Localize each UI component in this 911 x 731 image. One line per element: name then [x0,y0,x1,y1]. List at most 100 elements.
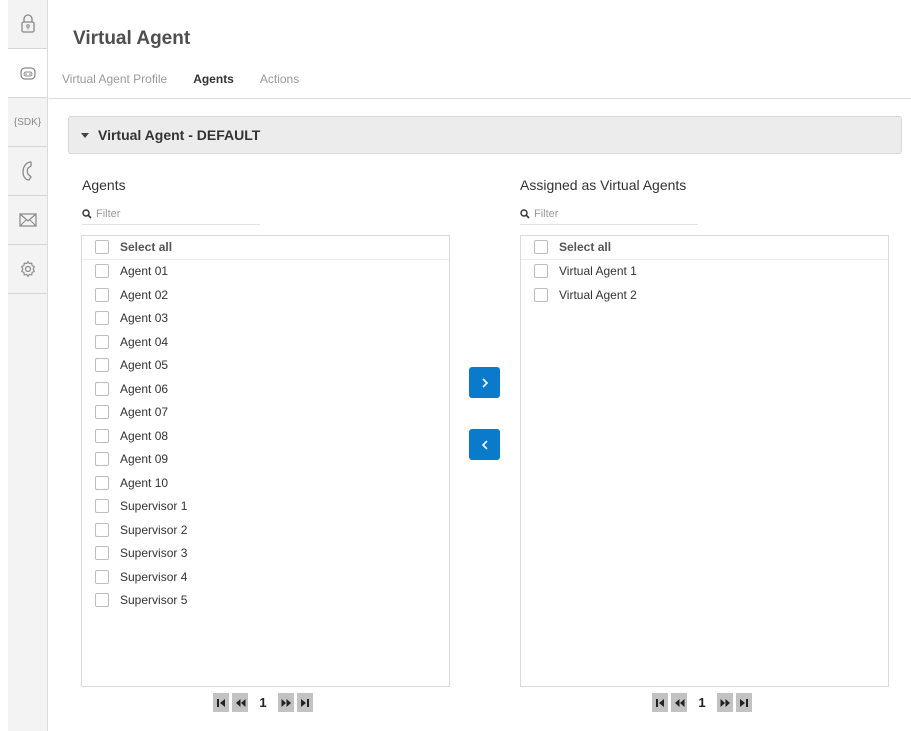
item-checkbox[interactable] [95,522,109,537]
section-header-virtual-agent-default[interactable]: Virtual Agent - DEFAULT [68,116,902,154]
list-item[interactable]: Agent 06 [82,377,449,401]
rewind-icon [235,698,245,707]
last-page-button[interactable] [297,693,313,712]
rail-item-bot[interactable] [8,49,47,98]
next-page-button[interactable] [717,693,733,712]
item-label: Agent 06 [120,381,169,396]
chevron-right-icon [481,377,488,388]
rewind-icon [674,698,684,707]
tab-agents[interactable]: Agents [193,72,234,86]
list-item[interactable]: Supervisor 2 [82,518,449,542]
tab-actions[interactable]: Actions [260,72,299,86]
item-label: Virtual Agent 1 [559,264,637,279]
move-right-button[interactable] [469,367,500,398]
item-checkbox[interactable] [95,546,109,561]
item-checkbox[interactable] [95,428,109,443]
list-item[interactable]: Supervisor 1 [82,495,449,519]
item-checkbox[interactable] [95,452,109,467]
item-checkbox[interactable] [95,287,109,302]
item-checkbox[interactable] [95,264,109,279]
item-label: Agent 08 [120,428,169,443]
bot-icon [19,67,36,80]
search-icon [82,208,92,219]
caret-down-icon [81,132,89,138]
first-page-icon [217,698,225,707]
mail-icon [18,213,37,227]
item-label: Supervisor 2 [120,522,188,537]
item-checkbox[interactable] [95,475,109,490]
assigned-select-all-row[interactable]: Select all [521,236,888,260]
item-label: Supervisor 4 [120,569,188,584]
rail-item-mail[interactable] [8,196,47,245]
item-label: Agent 07 [120,405,169,420]
rail-item-lock[interactable] [8,0,47,49]
select-all-label: Select all [120,240,173,255]
item-label: Agent 09 [120,452,169,467]
assigned-filter [520,203,698,225]
item-checkbox[interactable] [95,358,109,373]
select-all-checkbox[interactable] [95,240,109,255]
agents-filter-input[interactable] [96,207,246,220]
assigned-panel-title: Assigned as Virtual Agents [520,177,687,193]
agents-filter [82,203,260,225]
item-label: Virtual Agent 2 [559,287,637,302]
list-item[interactable]: Agent 10 [82,471,449,495]
assigned-pager: 1 [652,693,752,712]
agents-select-all-row[interactable]: Select all [82,236,449,260]
list-item[interactable]: Agent 05 [82,354,449,378]
item-checkbox[interactable] [95,405,109,420]
list-item[interactable]: Supervisor 5 [82,589,449,613]
tab-bar: Virtual Agent Profile Agents Actions [62,72,299,86]
next-page-button[interactable] [278,693,294,712]
tab-virtual-agent-profile[interactable]: Virtual Agent Profile [62,72,167,86]
agents-panel-title: Agents [82,177,126,193]
last-page-icon [301,698,309,707]
item-checkbox[interactable] [95,311,109,326]
item-label: Agent 10 [120,475,169,490]
search-icon [520,208,530,219]
item-checkbox[interactable] [534,264,548,279]
select-all-checkbox[interactable] [534,240,548,255]
prev-page-button[interactable] [671,693,687,712]
last-page-button[interactable] [736,693,752,712]
item-label: Agent 01 [120,264,169,279]
item-checkbox[interactable] [95,593,109,608]
first-page-icon [656,698,664,707]
list-item[interactable]: Agent 02 [82,283,449,307]
list-item[interactable]: Supervisor 4 [82,565,449,589]
list-item[interactable]: Agent 04 [82,330,449,354]
prev-page-button[interactable] [232,693,248,712]
page-number: 1 [698,695,706,710]
select-all-label: Select all [559,240,612,255]
rail-item-settings[interactable] [8,245,47,294]
rail-item-sdk[interactable]: {SDK} [8,98,47,147]
list-item[interactable]: Virtual Agent 1 [521,260,888,284]
sdk-icon: {SDK} [13,116,42,128]
item-label: Agent 03 [120,311,169,326]
item-checkbox[interactable] [95,499,109,514]
list-item[interactable]: Agent 03 [82,307,449,331]
list-item[interactable]: Agent 08 [82,424,449,448]
tabs-divider [49,98,911,99]
assigned-filter-input[interactable] [534,207,684,220]
list-item[interactable]: Agent 07 [82,401,449,425]
icon-rail: {SDK} [8,0,48,731]
agents-pager: 1 [213,693,313,712]
last-page-icon [740,698,748,707]
first-page-button[interactable] [213,693,229,712]
item-checkbox[interactable] [534,287,548,302]
assigned-list: Select all Virtual Agent 1 Virtual Agent … [520,235,889,687]
list-item[interactable]: Supervisor 3 [82,542,449,566]
item-checkbox[interactable] [95,381,109,396]
page-title: Virtual Agent [73,28,191,49]
list-item[interactable]: Agent 01 [82,260,449,284]
item-checkbox[interactable] [95,334,109,349]
chevron-left-icon [481,439,488,450]
rail-item-phone[interactable] [8,147,47,196]
list-item[interactable]: Agent 09 [82,448,449,472]
item-checkbox[interactable] [95,569,109,584]
move-left-button[interactable] [469,429,500,460]
first-page-button[interactable] [652,693,668,712]
list-item[interactable]: Virtual Agent 2 [521,283,888,307]
item-label: Supervisor 1 [120,499,188,514]
